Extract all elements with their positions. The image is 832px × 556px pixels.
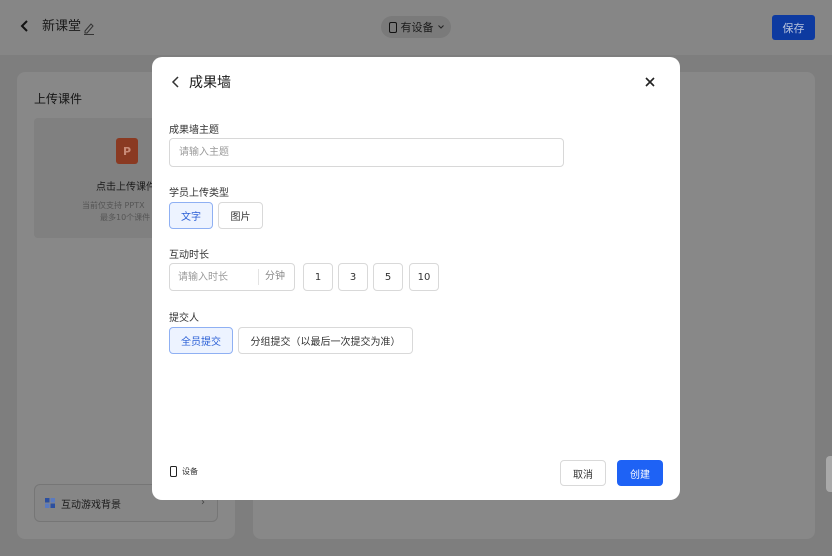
submitter-label: 提交人 (169, 313, 199, 324)
upload-type-image-option[interactable]: 图片 (218, 202, 263, 229)
theme-label: 成果墙主题 (169, 125, 219, 136)
upload-type-text-option[interactable]: 文字 (169, 202, 213, 229)
close-icon[interactable] (642, 75, 658, 91)
achievement-wall-dialog: 成果墙 成果墙主题 学员上传类型 文字 图片 互动时长 分钟 1 3 5 10 … (152, 57, 680, 500)
submitter-all-option[interactable]: 全员提交 (169, 327, 233, 354)
back-icon[interactable] (18, 18, 34, 36)
theme-input[interactable] (169, 138, 564, 167)
grid-icon (45, 498, 55, 508)
game-background-label: 互动游戏背景 (61, 499, 121, 511)
save-button[interactable]: 保存 (772, 15, 815, 40)
upload-hint-limit: 最多10个课件 (100, 213, 151, 222)
create-button[interactable]: 创建 (617, 460, 663, 486)
device-selector[interactable]: 有设备 (381, 16, 451, 38)
upload-hint-format: 当前仅支持 PPTX (82, 201, 145, 210)
duration-unit: 分钟 (258, 269, 285, 285)
chevron-down-icon (437, 25, 444, 29)
device-preview-toggle[interactable]: 设备 (170, 466, 198, 477)
duration-preset-10[interactable]: 10 (409, 263, 439, 291)
duration-preset-1[interactable]: 1 (303, 263, 333, 291)
ppt-icon: P (116, 138, 138, 164)
duration-preset-3[interactable]: 3 (338, 263, 368, 291)
panel-title: 上传课件 (34, 92, 83, 106)
submitter-group-option[interactable]: 分组提交（以最后一次提交为准） (238, 327, 413, 354)
phone-icon (388, 21, 397, 33)
side-tab-handle[interactable] (826, 456, 832, 492)
device-preview-label: 设备 (182, 467, 198, 476)
duration-input[interactable] (170, 264, 258, 290)
duration-field: 分钟 (169, 263, 295, 291)
duration-preset-5[interactable]: 5 (373, 263, 403, 291)
course-title: 新课堂 (42, 19, 82, 34)
top-bar: 新课堂 有设备 保存 (0, 0, 832, 55)
upload-label: 点击上传课件 (96, 182, 156, 193)
cancel-button[interactable]: 取消 (560, 460, 606, 486)
upload-type-label: 学员上传类型 (169, 188, 229, 199)
duration-label: 互动时长 (169, 250, 209, 261)
device-selector-label: 有设备 (400, 21, 434, 34)
dialog-title: 成果墙 (189, 75, 231, 91)
phone-icon (170, 466, 177, 477)
back-icon[interactable] (170, 75, 184, 91)
pencil-icon[interactable] (83, 20, 95, 35)
